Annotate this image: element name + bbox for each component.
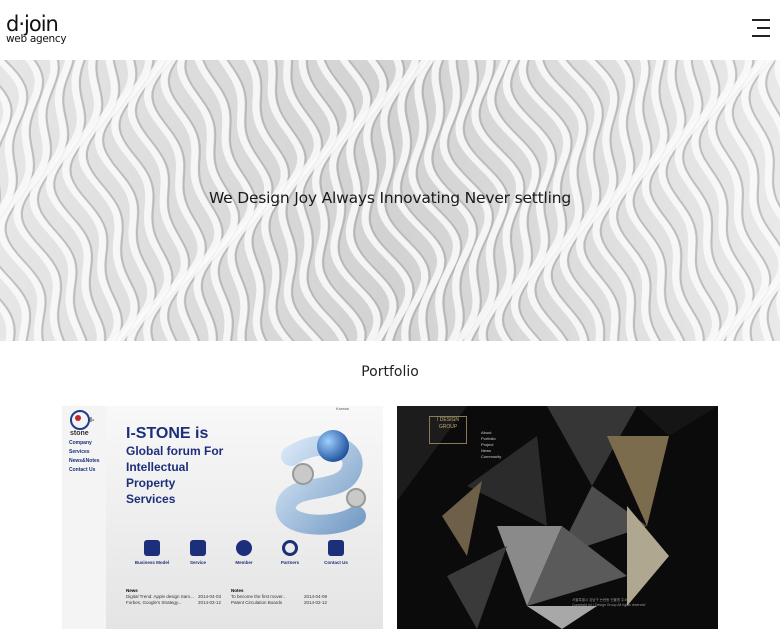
news-date: 2014-04-03	[198, 594, 222, 599]
istone-headline: I-STONE is Global forum For Intellectual…	[126, 425, 224, 506]
istone-sidebar: I-stone Company Services News&Notes Cont…	[62, 406, 107, 629]
portfolio-heading: Portfolio	[361, 364, 419, 380]
notes-date: 2014-04-09	[304, 594, 328, 599]
notes-date: 2014-02-12	[304, 600, 328, 605]
istone-nav-item: Company	[69, 440, 92, 446]
logo-wordmark: d·join	[6, 12, 59, 36]
istone-nav-item: Services	[69, 449, 90, 455]
service-icon[interactable]: Service	[178, 540, 218, 565]
idesign-nav-item: Community	[481, 454, 502, 459]
news-item[interactable]: Digital Trend: Apple design Sam...	[126, 594, 194, 599]
hero-banner: We Design Joy Always Innovating Never se…	[0, 60, 780, 341]
member-icon[interactable]: Member	[224, 540, 264, 565]
partners-icon[interactable]: Partners	[270, 540, 310, 565]
news-title: News	[126, 588, 138, 593]
portfolio-item-idesign-group[interactable]: I DESIGN GROUP About Portfolio Project Ne…	[397, 406, 718, 629]
istone-icon-row: Business Model Service Member Partners C…	[132, 540, 362, 580]
portfolio-item-istone[interactable]: I-stone Company Services News&Notes Cont…	[62, 406, 383, 629]
istone-nav-item: Contact Us	[69, 467, 96, 473]
contact-us-icon[interactable]: Contact Us	[316, 540, 356, 565]
site-header: d·join web agency	[0, 0, 780, 60]
istone-logo: I-stone	[70, 410, 106, 437]
news-item[interactable]: Forbes, Google's Strategy...	[126, 600, 182, 605]
news-date: 2014-03-12	[198, 600, 222, 605]
idesign-nav: About Portfolio Project News Community	[481, 430, 501, 460]
notes-item[interactable]: To become the first mover..	[231, 594, 285, 599]
hamburger-menu-icon[interactable]	[748, 16, 772, 40]
istone-nav-item: News&Notes	[69, 458, 100, 464]
logo-tagline: web agency	[6, 33, 67, 45]
istone-nav: Company Services News&Notes Contact Us	[69, 439, 100, 475]
site-logo[interactable]: d·join web agency	[6, 14, 76, 48]
hero-tagline: We Design Joy Always Innovating Never se…	[208, 189, 572, 207]
idesign-logo: I DESIGN GROUP	[429, 416, 467, 444]
notes-title: Notes	[231, 588, 244, 593]
notes-item[interactable]: Patent Circulation Boards	[231, 600, 282, 605]
istone-main: Korean I-STONE is Global forum For Intel…	[106, 406, 383, 629]
istone-top-link: Korean	[336, 406, 349, 411]
idesign-footer: 서울특별시 강남구 논현동 건물명 주소 Copyright (c) I Desi…	[572, 598, 646, 607]
globe-dollar-illustration	[275, 430, 366, 535]
business-model-icon[interactable]: Business Model	[132, 540, 172, 565]
